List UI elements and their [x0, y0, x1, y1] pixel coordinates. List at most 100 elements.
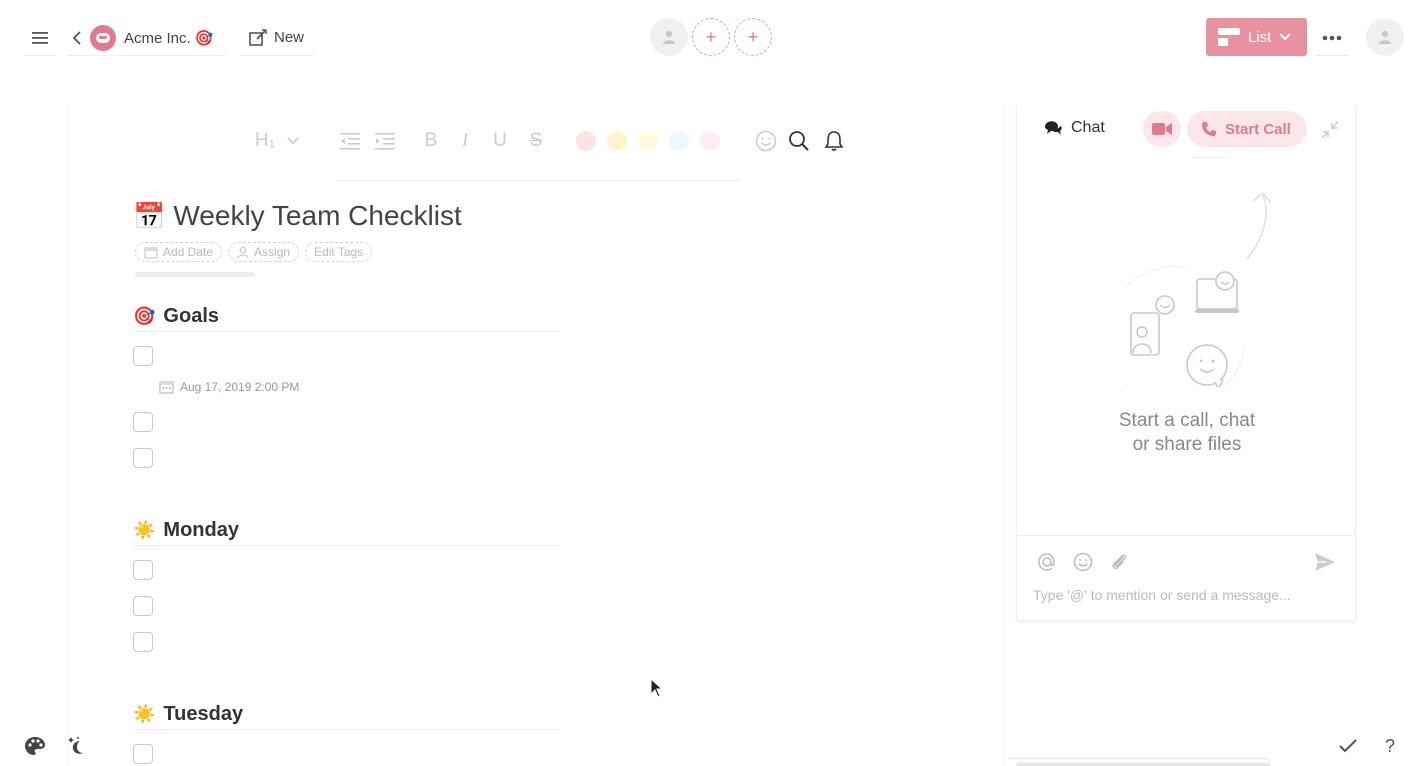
list-view-icon [1218, 28, 1240, 46]
chevron-down-icon [1279, 33, 1292, 41]
send-button[interactable] [1313, 550, 1337, 574]
chat-empty-state: Start a call, chat or share files [1017, 409, 1357, 457]
attach-button[interactable] [1107, 550, 1131, 574]
color-swatch[interactable] [638, 131, 658, 151]
check-icon [1339, 739, 1357, 753]
chevron-left-icon[interactable] [68, 30, 86, 46]
document-title-text[interactable]: Weekly Team Checklist [173, 200, 461, 232]
hamburger-icon [32, 31, 48, 44]
task-checkbox[interactable] [133, 560, 153, 580]
profile-avatar[interactable] [1366, 18, 1404, 56]
document-meta: Add Date Assign Edit Tags [135, 242, 373, 262]
add-date-label: Add Date [163, 245, 214, 259]
indent-button[interactable] [368, 126, 402, 156]
ellipsis-icon [1322, 35, 1342, 40]
compose-icon [249, 28, 267, 46]
sun-emoji-icon: ☀️ [133, 704, 156, 724]
section-heading-goals[interactable]: 🎯 Goals [133, 302, 560, 332]
add-date-button[interactable]: Add Date [135, 242, 223, 262]
plus-icon: + [747, 26, 759, 47]
view-label: List [1248, 28, 1272, 46]
video-call-button[interactable] [1143, 111, 1181, 147]
mention-button[interactable] [1035, 550, 1059, 574]
add-collaborator-button[interactable]: + [692, 18, 730, 56]
menu-button[interactable] [24, 20, 56, 56]
collapse-icon [1321, 121, 1339, 139]
chevron-down-icon [287, 137, 299, 145]
mark-done-button[interactable] [1334, 732, 1362, 760]
italic-label: I [461, 130, 469, 151]
section-title[interactable]: Goals [163, 305, 219, 328]
search-icon [789, 131, 809, 151]
heading-dropdown[interactable] [278, 126, 308, 156]
underline-button[interactable]: U [482, 126, 518, 156]
new-doc-button[interactable]: New [240, 20, 315, 56]
chat-tab-label: Chat [1071, 119, 1105, 136]
moon-icon [68, 737, 83, 754]
palette-icon [25, 737, 45, 755]
video-camera-icon [1152, 123, 1172, 135]
task-due-date[interactable]: Aug 17, 2019 2:00 PM [159, 380, 299, 394]
add-collaborator-button[interactable]: + [734, 18, 772, 56]
search-button[interactable] [781, 126, 817, 156]
task-checkbox[interactable] [133, 346, 153, 366]
smiley-icon [755, 130, 777, 152]
task-checkbox[interactable] [133, 744, 153, 764]
section-title[interactable]: Monday [163, 519, 239, 542]
italic-button[interactable]: I [448, 126, 482, 156]
heading-label: H₁ [254, 130, 276, 151]
task-checkbox[interactable] [133, 448, 153, 468]
target-emoji-icon: 🎯 [133, 306, 156, 326]
top-bar: Acme Inc. 🎯 New + + List [0, 0, 1424, 75]
send-icon [1315, 553, 1335, 571]
heading-button[interactable]: H₁ [252, 126, 278, 156]
strike-label: S [529, 130, 543, 151]
start-call-button[interactable]: Start Call [1187, 111, 1307, 147]
person-icon [663, 30, 675, 44]
color-swatch[interactable] [607, 131, 627, 151]
emoji-button[interactable] [751, 126, 781, 156]
chat-bubbles-icon [1045, 121, 1062, 135]
dark-mode-button[interactable] [63, 732, 91, 760]
color-swatch[interactable] [669, 131, 689, 151]
chat-tab[interactable]: Chat [1043, 119, 1105, 137]
color-swatches [576, 131, 731, 151]
edit-tags-button[interactable]: Edit Tags [305, 242, 373, 262]
question-icon: ? [1384, 735, 1395, 756]
more-options-button[interactable] [1316, 20, 1348, 56]
new-label: New [274, 29, 305, 46]
view-switcher-button[interactable]: List [1206, 18, 1307, 56]
section-title[interactable]: Tuesday [163, 703, 243, 726]
emoji-button[interactable] [1071, 550, 1095, 574]
person-icon [1379, 30, 1391, 44]
theme-button[interactable] [21, 732, 49, 760]
chat-composer [1017, 535, 1355, 621]
strikethrough-button[interactable]: S [518, 126, 554, 156]
bell-icon [824, 131, 844, 151]
format-toolbar: H₁ B I U S [252, 124, 851, 158]
color-swatch[interactable] [700, 131, 720, 151]
assign-label: Assign [254, 245, 291, 259]
phone-icon [1202, 122, 1216, 136]
color-swatch[interactable] [576, 131, 596, 151]
outdent-icon [340, 133, 360, 150]
task-checkbox[interactable] [133, 412, 153, 432]
chat-message-input[interactable] [1033, 584, 1333, 606]
bold-button[interactable]: B [414, 126, 448, 156]
collapse-chat-button[interactable] [1317, 117, 1343, 143]
help-button[interactable]: ? [1376, 732, 1404, 760]
chat-tab-divider [1193, 157, 1229, 158]
person-icon [237, 246, 249, 258]
notifications-button[interactable] [817, 126, 851, 156]
assign-button[interactable]: Assign [228, 242, 300, 262]
calendar-icon [144, 246, 158, 259]
task-checkbox[interactable] [133, 632, 153, 652]
user-avatar[interactable] [650, 18, 688, 56]
section-heading-monday[interactable]: ☀️ Monday [133, 516, 560, 546]
workspace-breadcrumb[interactable]: Acme Inc. 🎯 [68, 20, 226, 56]
plus-icon: + [705, 26, 717, 47]
task-checkbox[interactable] [133, 596, 153, 616]
document-title[interactable]: 📅 Weekly Team Checklist [133, 200, 462, 232]
section-heading-tuesday[interactable]: ☀️ Tuesday [133, 700, 560, 730]
outdent-button[interactable] [332, 126, 368, 156]
